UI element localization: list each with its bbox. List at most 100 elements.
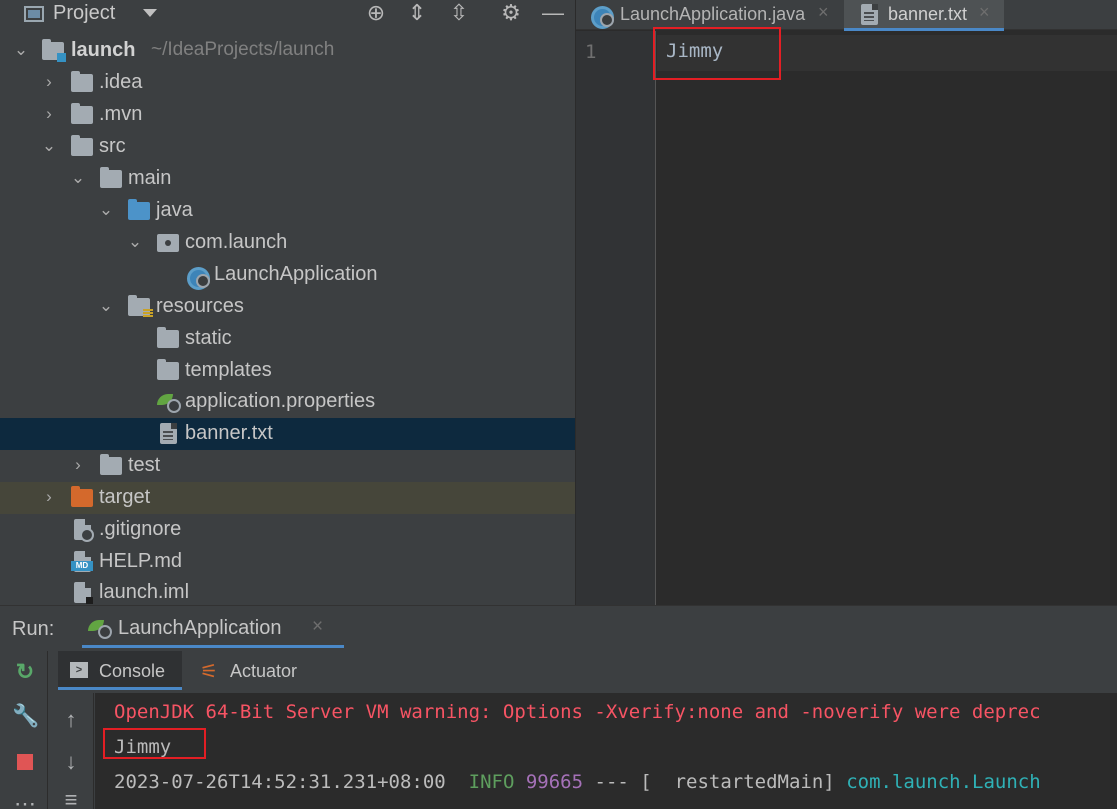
- tree-item-label: target: [99, 486, 151, 508]
- source-folder-icon: [128, 199, 150, 220]
- log-level: INFO: [468, 771, 515, 793]
- folder-icon: [157, 327, 179, 348]
- tab-actuator[interactable]: ⚟ Actuator: [188, 651, 308, 690]
- annotation-box: [653, 27, 781, 80]
- project-view-title[interactable]: Project: [53, 2, 115, 25]
- tab-label: Actuator: [230, 661, 298, 681]
- chevron-down-icon[interactable]: ⌄: [126, 227, 144, 259]
- tree-item-label: .mvn: [99, 103, 143, 125]
- close-icon[interactable]: ×: [979, 2, 990, 23]
- folder-icon: [71, 71, 93, 92]
- tab-label: Console: [99, 661, 166, 681]
- tree-item-static[interactable]: static: [0, 323, 575, 355]
- project-header: Project ⊕ ⇕ ⇳ ⚙ —: [0, 0, 575, 30]
- arrow-down-icon[interactable]: ↓: [58, 749, 84, 775]
- ignore-file-icon: [74, 519, 94, 542]
- tree-item-path: ~/IdeaProjects/launch: [151, 39, 335, 60]
- editor-tab-bar: LaunchApplication.java × banner.txt ×: [576, 0, 1117, 31]
- tab-console[interactable]: > Console: [58, 651, 182, 690]
- tree-item-label: launch: [71, 39, 136, 61]
- expand-all-icon[interactable]: ⇕: [404, 0, 430, 26]
- log-separator: --- [: [594, 771, 652, 793]
- chevron-right-icon[interactable]: ›: [40, 482, 58, 514]
- module-folder-icon: [42, 39, 66, 62]
- console-icon: >: [70, 662, 88, 678]
- tree-item-launch-application[interactable]: LaunchApplication: [0, 259, 575, 291]
- tree-item-label: src: [99, 135, 126, 157]
- tree-item-src[interactable]: ⌄ src: [0, 131, 575, 163]
- minimize-icon[interactable]: —: [540, 0, 566, 26]
- tree-item-target[interactable]: › target: [0, 482, 575, 514]
- tree-item-banner-txt[interactable]: banner.txt: [0, 418, 575, 450]
- tree-item-label: launch.iml: [99, 581, 190, 603]
- close-icon[interactable]: ×: [818, 2, 829, 23]
- tree-item-label: .idea: [99, 71, 143, 93]
- tree-item-launch-iml[interactable]: launch.iml: [0, 577, 575, 605]
- run-title: Run:: [12, 618, 55, 640]
- run-config-tab[interactable]: LaunchApplication ×: [82, 606, 344, 648]
- tab-launch-application-java[interactable]: LaunchApplication.java ×: [576, 0, 842, 30]
- tree-item-java[interactable]: ⌄ java: [0, 195, 575, 227]
- tree-item-label: templates: [185, 359, 272, 381]
- text-file-icon: [861, 4, 878, 25]
- chevron-down-icon[interactable]: ⌄: [97, 195, 115, 227]
- log-timestamp: 2023-07-26T14:52:31.231+08:00: [114, 771, 446, 793]
- run-tool-window: Run: LaunchApplication × ↻ 🔧 ⋯ > Console…: [0, 605, 1117, 809]
- project-tool-window: Project ⊕ ⇕ ⇳ ⚙ — ⌄ launch ~/IdeaProject…: [0, 0, 575, 605]
- wrench-icon[interactable]: 🔧: [12, 703, 39, 729]
- tab-banner-txt[interactable]: banner.txt ×: [844, 0, 1004, 31]
- spring-properties-icon: [157, 392, 181, 414]
- close-icon[interactable]: ×: [312, 616, 323, 638]
- chevron-down-icon[interactable]: ⌄: [12, 35, 30, 67]
- project-view-icon: [24, 6, 44, 22]
- tree-item-application-properties[interactable]: application.properties: [0, 386, 575, 418]
- tree-item-com-launch[interactable]: ⌄ com.launch: [0, 227, 575, 259]
- excluded-folder-icon: [71, 486, 93, 507]
- tab-label: LaunchApplication.java: [620, 4, 806, 24]
- tree-item-label: resources: [156, 295, 244, 317]
- run-config-label: LaunchApplication: [118, 617, 282, 639]
- chevron-down-icon[interactable]: ⌄: [69, 163, 87, 195]
- arrow-up-icon[interactable]: ↑: [58, 707, 84, 733]
- stop-icon[interactable]: [12, 749, 38, 775]
- console-output[interactable]: OpenJDK 64-Bit Server VM warning: Option…: [95, 693, 1117, 809]
- chevron-down-icon[interactable]: ⌄: [97, 291, 115, 323]
- console-toolbar: ↑ ↓ ≡: [48, 693, 94, 809]
- chevron-right-icon[interactable]: ›: [40, 67, 58, 99]
- package-icon: [157, 234, 179, 252]
- tree-item-resources[interactable]: ⌄ resources: [0, 291, 575, 323]
- tree-item-help-md[interactable]: HELP.md: [0, 546, 575, 578]
- chevron-down-icon[interactable]: [143, 9, 157, 17]
- chevron-down-icon[interactable]: ⌄: [40, 131, 58, 163]
- resources-folder-icon: [128, 295, 153, 318]
- tree-item-launch[interactable]: ⌄ launch ~/IdeaProjects/launch: [0, 35, 575, 67]
- console-line: OpenJDK 64-Bit Server VM warning: Option…: [114, 701, 1041, 723]
- tree-item-label: application.properties: [185, 390, 376, 412]
- collapse-all-icon[interactable]: ⇳: [446, 0, 472, 26]
- line-number: 1: [585, 41, 597, 63]
- tree-item-gitignore[interactable]: .gitignore: [0, 514, 575, 546]
- folder-icon: [100, 167, 122, 188]
- line-gutter: 1: [576, 31, 656, 605]
- tree-item-main[interactable]: ⌄ main: [0, 163, 575, 195]
- locate-icon[interactable]: ⊕: [363, 0, 389, 26]
- gear-icon[interactable]: ⚙: [498, 0, 524, 26]
- rerun-icon[interactable]: ↻: [12, 659, 38, 685]
- chevron-right-icon[interactable]: ›: [40, 99, 58, 131]
- tree-item-test[interactable]: › test: [0, 450, 575, 482]
- tree-item-templates[interactable]: templates: [0, 355, 575, 387]
- editor-area: LaunchApplication.java × banner.txt × 1 …: [576, 0, 1117, 605]
- tree-item-label: HELP.md: [99, 550, 183, 572]
- tree-item-idea[interactable]: › .idea: [0, 67, 575, 99]
- console-log-line: 2023-07-26T14:52:31.231+08:00 INFO 99665…: [114, 771, 1041, 793]
- soft-wrap-icon[interactable]: ≡: [58, 787, 84, 809]
- tree-item-label: banner.txt: [185, 422, 273, 444]
- actuator-icon: ⚟: [200, 661, 218, 683]
- folder-icon: [71, 135, 93, 156]
- tree-item-label: LaunchApplication: [214, 263, 378, 285]
- log-logger: com.launch.Launch: [846, 771, 1041, 793]
- chevron-right-icon[interactable]: ›: [69, 450, 87, 482]
- more-icon[interactable]: ⋯: [12, 791, 38, 809]
- tree-item-mvn[interactable]: › .mvn: [0, 99, 575, 131]
- folder-icon: [100, 454, 122, 475]
